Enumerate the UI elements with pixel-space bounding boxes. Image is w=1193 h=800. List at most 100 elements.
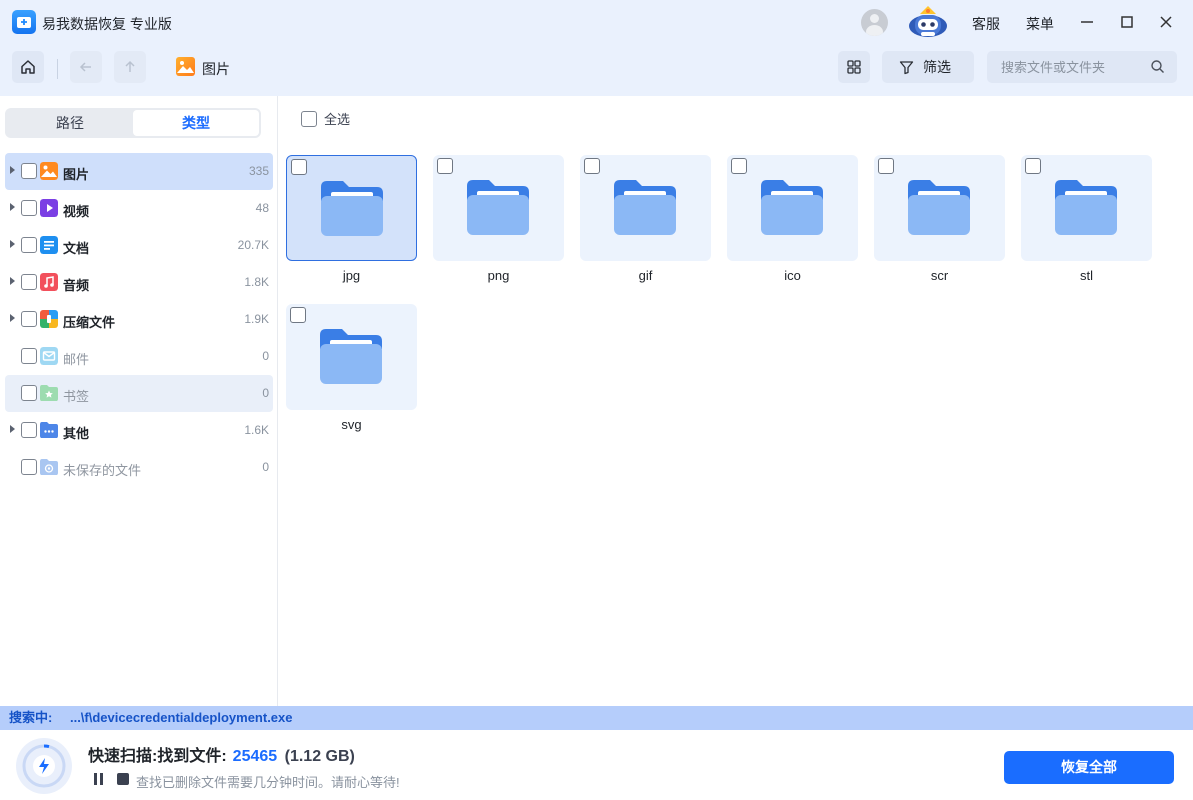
menu-link[interactable]: 菜单: [1026, 14, 1054, 34]
home-button[interactable]: [12, 51, 44, 83]
folder-icon: [908, 180, 970, 235]
search-box[interactable]: [987, 51, 1177, 83]
up-button[interactable]: [114, 51, 146, 83]
folder-checkbox[interactable]: [1025, 158, 1041, 174]
file-browser: 全选 jpg png gif ico scr stl svg: [279, 96, 1193, 706]
app-logo-icon: [12, 10, 36, 34]
select-all-checkbox[interactable]: [301, 110, 317, 127]
folder-tile[interactable]: [580, 155, 711, 261]
scan-hint: 查找已删除文件需要几分钟时间。请耐心等待!: [136, 775, 400, 790]
stop-icon[interactable]: [117, 773, 129, 785]
category-count: 0: [262, 349, 269, 363]
category-checkbox[interactable]: [21, 237, 37, 253]
back-button[interactable]: [70, 51, 102, 83]
folder-tile[interactable]: [1021, 155, 1152, 261]
view-mode-toggle: 路径 类型: [5, 108, 261, 138]
folder-label: gif: [638, 268, 653, 283]
title-bar: 易我数据恢复 专业版 客服 菜单: [0, 0, 1193, 44]
search-icon[interactable]: [1150, 59, 1165, 74]
category-count: 48: [255, 201, 269, 215]
expand-arrow-icon[interactable]: [10, 203, 15, 211]
category-count: 1.8K: [244, 275, 269, 289]
folder-icon: [761, 180, 823, 235]
expand-arrow-icon[interactable]: [10, 240, 15, 248]
category-item-audio[interactable]: 音频 1.8K: [5, 264, 273, 301]
recover-all-button[interactable]: 恢复全部: [1004, 751, 1174, 784]
category-count: 0: [262, 386, 269, 400]
assistant-robot-icon[interactable]: [906, 2, 950, 40]
tab-path[interactable]: 路径: [7, 110, 133, 136]
category-checkbox[interactable]: [21, 311, 37, 327]
user-avatar[interactable]: [861, 9, 888, 36]
folder-checkbox[interactable]: [437, 158, 453, 174]
folder-checkbox[interactable]: [731, 158, 747, 174]
home-icon: [21, 60, 35, 74]
folder-label: png: [487, 268, 510, 283]
filter-label: 筛选: [923, 59, 951, 75]
category-checkbox[interactable]: [21, 163, 37, 179]
category-item-videos[interactable]: 视频 48: [5, 190, 273, 227]
folder-tile[interactable]: [433, 155, 564, 261]
category-count: 335: [248, 164, 269, 178]
category-label: 音频: [63, 278, 90, 293]
folder-label: ico: [784, 268, 801, 283]
category-item-other[interactable]: 其他 1.6K: [5, 412, 273, 449]
expand-arrow-icon[interactable]: [10, 314, 15, 322]
minimize-icon[interactable]: [1077, 12, 1097, 32]
video-icon: [40, 199, 58, 217]
document-icon: [40, 236, 58, 254]
category-count: 0: [262, 460, 269, 474]
category-count: 1.9K: [244, 312, 269, 326]
category-item-unsaved[interactable]: 未保存的文件 0: [5, 449, 273, 486]
select-all[interactable]: 全选: [294, 109, 350, 128]
tab-type[interactable]: 类型: [133, 110, 259, 136]
filter-button[interactable]: 筛选: [882, 51, 974, 83]
pause-icon[interactable]: [94, 773, 105, 785]
found-size: (1.12 GB): [284, 748, 355, 765]
view-grid-button[interactable]: [838, 51, 870, 83]
folder-tile[interactable]: [286, 304, 417, 410]
category-count: 1.6K: [244, 423, 269, 437]
folder-label: jpg: [342, 268, 361, 283]
category-label: 视频: [63, 204, 90, 219]
category-checkbox[interactable]: [21, 459, 37, 475]
search-input[interactable]: [987, 52, 1137, 82]
folder-tile[interactable]: [286, 155, 417, 261]
folder-tile[interactable]: [874, 155, 1005, 261]
category-item-images[interactable]: 图片 335: [5, 153, 273, 190]
expand-arrow-icon[interactable]: [10, 425, 15, 433]
maximize-icon[interactable]: [1117, 12, 1137, 32]
customer-service-link[interactable]: 客服: [972, 14, 1000, 34]
folder-checkbox[interactable]: [878, 158, 894, 174]
category-label: 文档: [63, 241, 90, 256]
category-label: 其他: [63, 426, 90, 441]
category-label: 书签: [63, 389, 90, 404]
category-checkbox[interactable]: [21, 385, 37, 401]
folder-more-icon: [40, 421, 58, 439]
folder-checkbox[interactable]: [584, 158, 600, 174]
expand-arrow-icon[interactable]: [10, 166, 15, 174]
arrow-left-icon: [79, 62, 91, 72]
folder-label: svg: [341, 417, 362, 432]
breadcrumb-current[interactable]: 图片: [202, 59, 230, 79]
expand-arrow-icon[interactable]: [10, 277, 15, 285]
category-item-documents[interactable]: 文档 20.7K: [5, 227, 273, 264]
category-checkbox[interactable]: [21, 348, 37, 364]
toolbar: 图片 筛选: [0, 44, 1193, 96]
category-item-mail[interactable]: 邮件 0: [5, 338, 273, 375]
category-count: 20.7K: [237, 238, 269, 252]
searching-path: ...\f\devicecredentialdeployment.exe: [69, 710, 293, 725]
folder-icon: [1055, 180, 1117, 235]
category-label: 未保存的文件: [63, 463, 142, 478]
folder-checkbox[interactable]: [290, 307, 306, 323]
folder-tile[interactable]: [727, 155, 858, 261]
category-item-archives[interactable]: 压缩文件 1.9K: [5, 301, 273, 338]
close-icon[interactable]: [1156, 12, 1176, 32]
category-checkbox[interactable]: [21, 274, 37, 290]
folder-checkbox[interactable]: [291, 159, 307, 175]
category-checkbox[interactable]: [21, 422, 37, 438]
category-item-bookmarks[interactable]: 书签 0: [5, 375, 273, 412]
scan-title: 快速扫描:找到文件:: [88, 748, 227, 765]
category-checkbox[interactable]: [21, 200, 37, 216]
scan-summary: 快速扫描:找到文件: 25465 (1.12 GB): [88, 742, 355, 766]
